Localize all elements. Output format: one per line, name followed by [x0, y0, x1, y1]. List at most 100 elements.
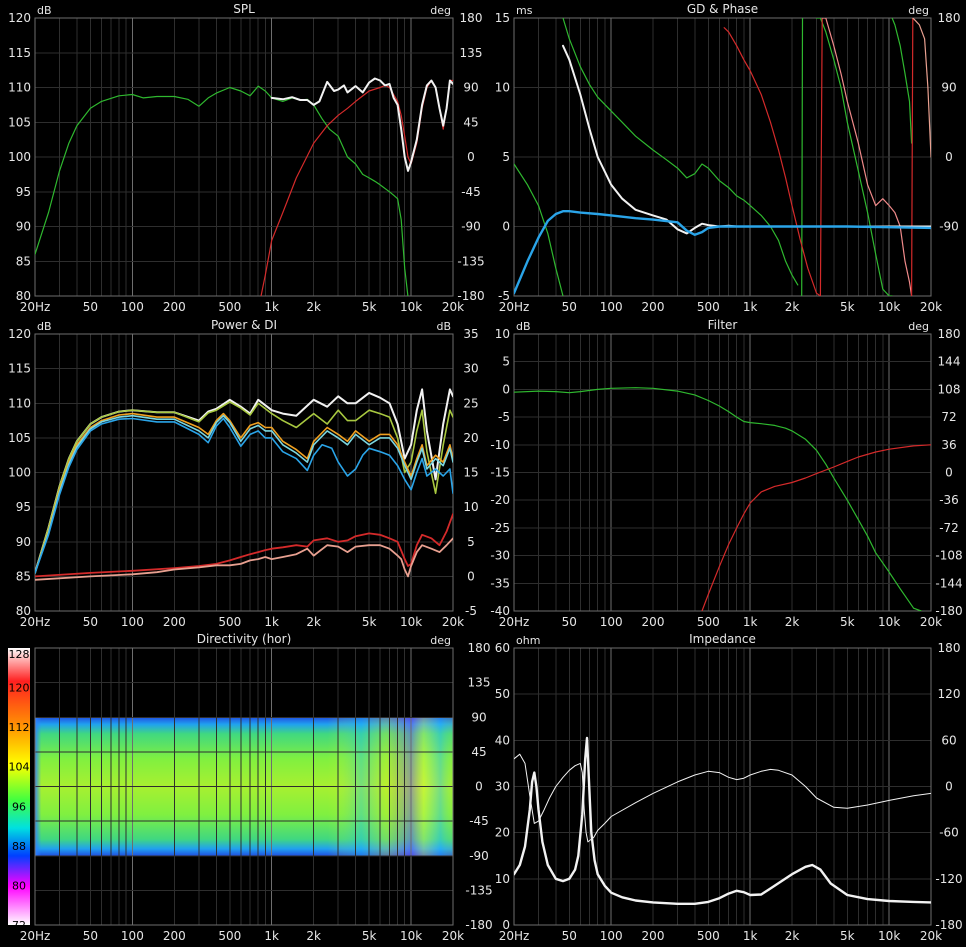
x-tick-label: 5k	[362, 929, 377, 943]
y2-tick-label: -45	[461, 185, 481, 199]
x-tick-label: 20k	[442, 615, 464, 629]
y-tick-label: 105	[8, 115, 31, 129]
y2-tick-label: 35	[463, 327, 478, 341]
y2-tick-label: 180	[460, 11, 483, 25]
x-tick-label: 500	[697, 300, 720, 314]
y2-tick-label: -135	[457, 254, 484, 268]
x-tick-label: 2k	[785, 615, 800, 629]
y2-tick-label: 0	[945, 150, 953, 164]
x-tick-label: 200	[642, 929, 665, 943]
x-tick-label: 1k	[264, 300, 279, 314]
x-tick-label: 1k	[743, 300, 758, 314]
y2-axis-unit: deg	[430, 4, 451, 17]
y2-tick-label: -108	[935, 549, 962, 563]
y-axis-unit: dB	[37, 4, 52, 17]
x-tick-label: 500	[218, 300, 241, 314]
y-tick-label: 95	[16, 500, 31, 514]
y2-tick-label: 144	[938, 355, 961, 369]
y2-tick-label: -90	[469, 849, 489, 863]
x-tick-label: 10k	[400, 300, 422, 314]
chart-title: GD & Phase	[687, 2, 758, 16]
y-axis-unit: dB	[37, 320, 52, 333]
y2-tick-label: 10	[463, 500, 478, 514]
y2-axis-unit: deg	[908, 320, 929, 333]
x-tick-label: 200	[642, 615, 665, 629]
x-tick-label: 20Hz	[20, 929, 51, 943]
chart-title: Impedance	[689, 632, 756, 646]
colorbar-tick-label: 128	[9, 648, 30, 661]
y-tick-label: 105	[8, 431, 31, 445]
x-tick-label: 50	[83, 615, 98, 629]
x-tick-label: 20k	[442, 300, 464, 314]
y2-tick-label: 135	[468, 676, 491, 690]
x-tick-label: 20k	[920, 300, 942, 314]
y2-tick-label: 0	[945, 466, 953, 480]
y2-tick-label: 108	[938, 382, 961, 396]
y2-tick-label: -60	[939, 826, 959, 840]
x-tick-label: 50	[562, 300, 577, 314]
colorbar-tick-label: 112	[9, 721, 30, 734]
x-tick-label: 100	[121, 615, 144, 629]
x-tick-label: 20Hz	[499, 300, 530, 314]
x-tick-label: 2k	[785, 300, 800, 314]
x-tick-label: 5k	[840, 300, 855, 314]
y-tick-label: 120	[8, 327, 31, 341]
y2-tick-label: -45	[469, 814, 489, 828]
y2-tick-label: 72	[941, 410, 956, 424]
y2-tick-label: -36	[939, 493, 959, 507]
y-tick-label: 40	[495, 733, 510, 747]
y2-tick-label: 5	[467, 535, 475, 549]
y2-tick-label: 15	[463, 466, 478, 480]
y2-axis-unit: deg	[908, 4, 929, 17]
y-tick-label: -15	[490, 466, 510, 480]
y-axis-unit: ms	[516, 4, 533, 17]
y2-tick-label: 60	[941, 733, 956, 747]
x-tick-label: 2k	[306, 300, 321, 314]
colorbar-tick-label: 104	[9, 761, 30, 774]
x-tick-label: 5k	[362, 615, 377, 629]
chart-title: Power & DI	[211, 318, 277, 332]
y2-tick-label: -90	[461, 220, 481, 234]
x-tick-label: 200	[163, 615, 186, 629]
y2-tick-label: -144	[935, 576, 962, 590]
y-tick-label: 15	[495, 11, 510, 25]
x-tick-label: 10k	[400, 929, 422, 943]
x-tick-label: 2k	[306, 615, 321, 629]
x-tick-label: 10k	[878, 300, 900, 314]
y2-tick-label: 20	[463, 431, 478, 445]
y2-tick-label: 0	[945, 780, 953, 794]
y2-tick-label: 0	[475, 780, 483, 794]
x-tick-label: 200	[642, 300, 665, 314]
y-tick-label: 85	[16, 254, 31, 268]
x-tick-label: 200	[163, 300, 186, 314]
y-tick-label: 0	[502, 382, 510, 396]
y2-tick-label: 180	[468, 641, 491, 655]
x-tick-label: 20k	[920, 929, 942, 943]
chart-title: SPL	[233, 2, 255, 16]
chart-title: Filter	[708, 318, 738, 332]
y-tick-label: 90	[16, 535, 31, 549]
y-tick-label: -20	[490, 493, 510, 507]
y-tick-label: 120	[8, 11, 31, 25]
colorbar-tick-label: 120	[9, 682, 30, 695]
y-tick-label: 10	[495, 81, 510, 95]
y2-tick-label: 180	[938, 641, 961, 655]
x-tick-label: 1k	[743, 615, 758, 629]
y2-tick-label: 0	[467, 569, 475, 583]
y-tick-label: 20	[495, 826, 510, 840]
y-tick-label: 50	[495, 687, 510, 701]
y2-tick-label: -135	[465, 883, 492, 897]
x-tick-label: 100	[121, 929, 144, 943]
y2-tick-label: -72	[939, 521, 959, 535]
y2-tick-label: -120	[935, 872, 962, 886]
x-tick-label: 50	[83, 300, 98, 314]
x-tick-label: 100	[121, 300, 144, 314]
x-tick-label: 500	[697, 929, 720, 943]
y-tick-label: 0	[502, 220, 510, 234]
y2-tick-label: 0	[467, 150, 475, 164]
colorbar-tick-label: 80	[12, 879, 26, 892]
y-tick-label: 5	[502, 150, 510, 164]
y-tick-label: 10	[495, 872, 510, 886]
measurement-dashboard: SPLdB deg80859095100105110115120-180-135-…	[0, 0, 966, 947]
y2-tick-label: 135	[460, 46, 483, 60]
